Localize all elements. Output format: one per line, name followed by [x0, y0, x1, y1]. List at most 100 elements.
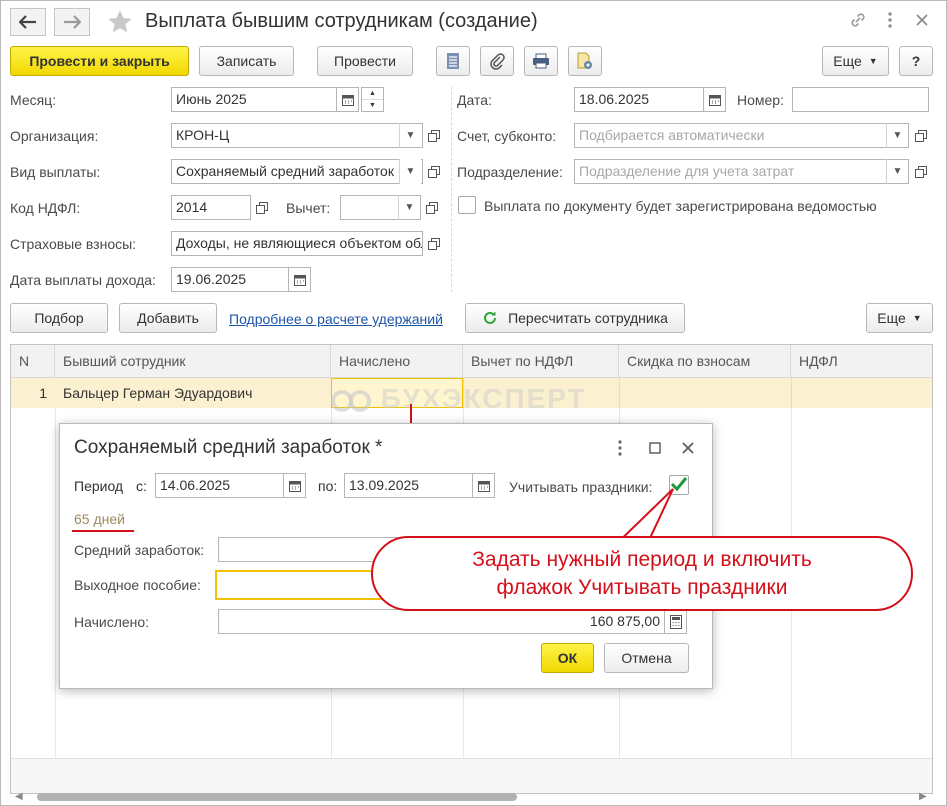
account-open-button[interactable]	[910, 123, 932, 148]
column-header-contrib-discount[interactable]: Скидка по взносам	[619, 345, 791, 378]
payment-type-open-button[interactable]	[423, 159, 445, 184]
insurance-open-button[interactable]	[423, 231, 445, 256]
more-label: Еще	[833, 53, 862, 69]
post-button[interactable]: Провести	[317, 46, 413, 76]
ndfl-cell[interactable]	[791, 378, 932, 408]
close-icon[interactable]	[911, 10, 933, 32]
details-link[interactable]: Подробнее о расчете удержаний	[229, 311, 443, 327]
payment-type-dropdown[interactable]: ▼	[399, 159, 421, 184]
organization-open-button[interactable]	[423, 123, 445, 148]
open-window-icon	[256, 201, 268, 214]
column-header-ndfl-deduction[interactable]: Вычет по НДФЛ	[463, 345, 619, 378]
calendar-icon	[708, 94, 721, 106]
account-field[interactable]: Подбирается автоматически	[574, 123, 909, 148]
printer-icon	[533, 53, 549, 69]
document-settings-button[interactable]	[568, 46, 602, 76]
document-list-icon	[447, 53, 459, 69]
income-date-field[interactable]: 19.06.2025	[171, 267, 289, 292]
add-button[interactable]: Добавить	[119, 303, 217, 333]
accrued-field[interactable]: 160 875,00	[218, 609, 665, 634]
ok-button[interactable]: ОК	[541, 643, 594, 673]
division-field[interactable]: Подразделение для учета затрат	[574, 159, 909, 184]
period-label: Период	[74, 478, 124, 494]
open-window-icon	[428, 165, 440, 178]
report-list-button[interactable]	[436, 46, 470, 76]
attach-button[interactable]	[480, 46, 514, 76]
employee-cell[interactable]: Бальцер Герман Эдуардович	[55, 378, 331, 408]
recalculate-button[interactable]: Пересчитать сотрудника	[465, 303, 685, 333]
scroll-left-icon[interactable]: ◀	[15, 791, 23, 802]
number-label: Номер:	[737, 92, 784, 108]
more-vert-icon[interactable]	[879, 10, 901, 32]
income-date-calendar-button[interactable]	[289, 267, 311, 292]
recalculate-label: Пересчитать сотрудника	[508, 310, 668, 326]
organization-label: Организация:	[10, 128, 99, 144]
contrib-discount-cell[interactable]	[619, 378, 791, 408]
organization-dropdown[interactable]: ▼	[399, 123, 421, 148]
cancel-button[interactable]: Отмена	[604, 643, 689, 673]
month-spinner[interactable]: ▲ ▼	[361, 87, 384, 112]
horizontal-scrollbar[interactable]	[37, 793, 517, 801]
calendar-button[interactable]	[337, 87, 359, 112]
dialog-more-icon[interactable]	[610, 438, 630, 458]
table-more-button[interactable]: Еще ▼	[866, 303, 933, 333]
to-calendar-button[interactable]	[473, 473, 495, 498]
open-window-icon	[428, 129, 440, 142]
organization-field[interactable]: КРОН-Ц	[171, 123, 423, 148]
link-icon[interactable]	[847, 10, 869, 32]
period-to-field[interactable]: 13.09.2025	[344, 473, 473, 498]
window-title: Выплата бывшим сотрудникам (создание)	[145, 10, 538, 32]
open-window-icon	[915, 165, 927, 178]
calendar-icon	[477, 480, 490, 492]
statement-checkbox[interactable]	[458, 196, 476, 214]
period-from-field[interactable]: 14.06.2025	[155, 473, 284, 498]
column-header-employee[interactable]: Бывший сотрудник	[55, 345, 331, 378]
post-and-close-button[interactable]: Провести и закрыть	[10, 46, 189, 76]
payment-type-field[interactable]: Сохраняемый средний заработок	[171, 159, 423, 184]
forward-button[interactable]	[54, 8, 90, 36]
pick-button[interactable]: Подбор	[10, 303, 108, 333]
more-button[interactable]: Еще ▼	[822, 46, 889, 76]
calculator-icon	[669, 614, 682, 629]
column-header-accrued[interactable]: Начислено	[331, 345, 463, 378]
average-earnings-label: Средний заработок:	[74, 542, 205, 558]
row-number-cell: 1	[39, 385, 47, 401]
watermark-logo: БУХЭКСПЕРТ	[331, 383, 587, 415]
account-dropdown[interactable]: ▼	[886, 123, 908, 148]
month-field[interactable]: Июнь 2025	[171, 87, 337, 112]
division-dropdown[interactable]: ▼	[886, 159, 908, 184]
spin-down-icon[interactable]: ▼	[362, 100, 383, 111]
scroll-right-icon[interactable]: ▶	[919, 791, 927, 802]
period-from-label: с:	[136, 478, 147, 494]
refresh-icon	[484, 311, 497, 324]
severance-label: Выходное пособие:	[74, 577, 201, 593]
spin-up-icon[interactable]: ▲	[362, 88, 383, 100]
date-calendar-button[interactable]	[704, 87, 726, 112]
dialog-maximize-icon[interactable]	[645, 438, 665, 458]
from-calendar-button[interactable]	[284, 473, 306, 498]
open-window-icon	[426, 201, 438, 214]
print-button[interactable]	[524, 46, 558, 76]
division-open-button[interactable]	[910, 159, 932, 184]
column-header-ndfl[interactable]: НДФЛ	[791, 345, 932, 378]
statement-checkbox-label: Выплата по документу будет зарегистриров…	[484, 198, 877, 214]
column-line	[55, 408, 56, 793]
deduction-open-button[interactable]	[421, 195, 443, 220]
number-field[interactable]	[792, 87, 929, 112]
insurance-field[interactable]: Доходы, не являющиеся объектом обложения	[171, 231, 423, 256]
back-button[interactable]	[10, 8, 46, 36]
ndfl-code-open-button[interactable]	[251, 195, 273, 220]
help-button[interactable]: ?	[899, 46, 933, 76]
instruction-callout: Задать нужный период и включить флажок У…	[371, 536, 913, 611]
calculator-button[interactable]	[665, 609, 687, 634]
deduction-dropdown[interactable]: ▼	[398, 195, 420, 220]
save-button[interactable]: Записать	[199, 46, 294, 76]
dropdown-arrow-icon: ▼	[892, 130, 903, 141]
favorite-star-icon[interactable]	[106, 8, 134, 36]
dialog-close-icon[interactable]	[678, 438, 698, 458]
ndfl-code-field[interactable]: 2014	[171, 195, 251, 220]
calendar-icon	[341, 94, 354, 106]
date-field[interactable]: 18.06.2025	[574, 87, 704, 112]
column-header-n[interactable]: N	[11, 345, 55, 378]
paperclip-icon	[490, 53, 505, 70]
